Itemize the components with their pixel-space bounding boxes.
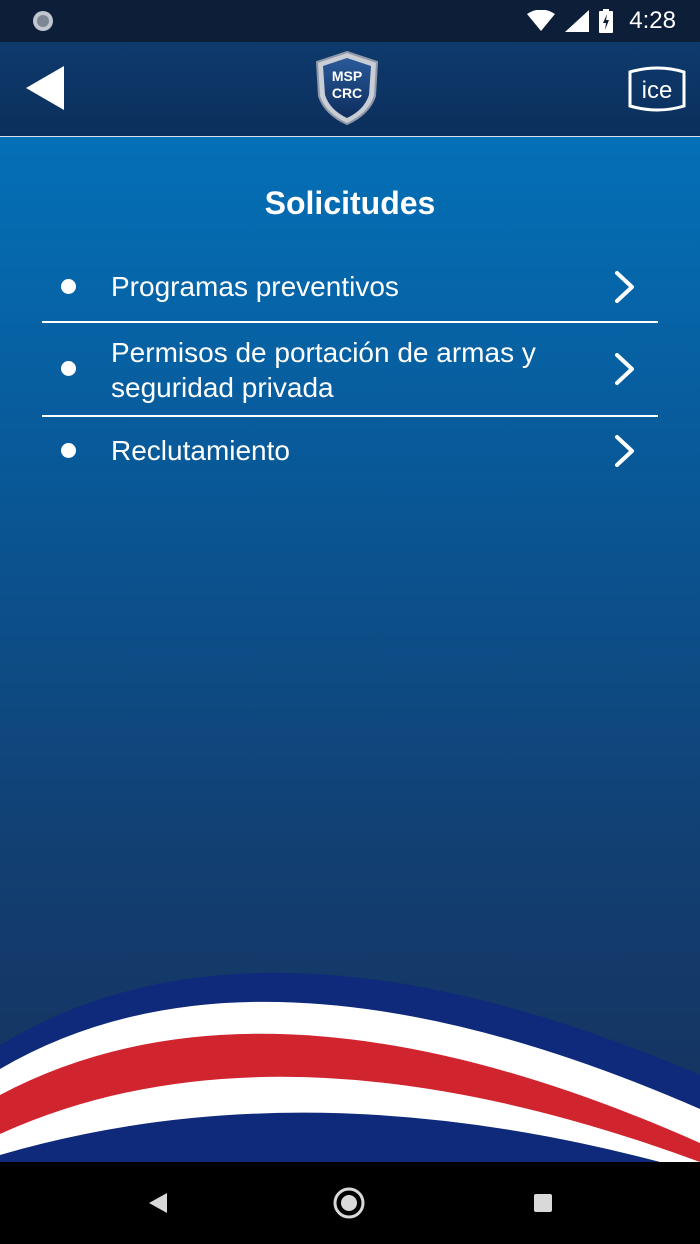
status-time: 4:28 xyxy=(629,7,676,34)
system-nav-bar xyxy=(0,1162,700,1244)
notification-icon xyxy=(33,11,53,31)
nav-back-icon[interactable] xyxy=(143,1188,173,1218)
costa-rica-flag-wave xyxy=(0,972,700,1162)
status-icons: 4:28 xyxy=(527,0,676,42)
bullet-icon xyxy=(61,279,76,294)
main-content: Solicitudes Programas preventivos Permis… xyxy=(0,137,700,1162)
logo-text-top: MSP xyxy=(332,68,362,84)
status-bar: 4:28 xyxy=(0,0,700,42)
signal-icon xyxy=(565,10,590,32)
ice-logo-text: ice xyxy=(642,77,673,104)
page-title: Solicitudes xyxy=(264,185,436,221)
list-item-label: Programas preventivos xyxy=(111,271,399,302)
msp-crc-shield-logo: MSP CRC xyxy=(315,50,379,126)
logo-text-bottom: CRC xyxy=(332,85,362,101)
chevron-right-icon xyxy=(615,435,634,467)
list-item-reclutamiento[interactable]: Reclutamiento xyxy=(42,417,658,485)
ice-logo[interactable]: ice xyxy=(626,66,688,112)
list-item-label: Reclutamiento xyxy=(111,435,290,466)
request-list: Programas preventivos Permisos de portac… xyxy=(42,253,658,485)
bullet-icon xyxy=(61,361,76,376)
chevron-right-icon xyxy=(615,353,634,385)
chevron-right-icon xyxy=(615,271,634,303)
back-arrow-icon[interactable] xyxy=(22,62,72,114)
nav-recents-icon[interactable] xyxy=(530,1190,556,1216)
list-item-label: Permisos de portación de armas y segurid… xyxy=(111,337,536,403)
battery-icon xyxy=(599,9,614,33)
wifi-icon xyxy=(527,10,556,31)
bullet-icon xyxy=(61,443,76,458)
nav-home-icon[interactable] xyxy=(332,1186,366,1220)
list-item-programas-preventivos[interactable]: Programas preventivos xyxy=(42,253,658,323)
app-header: MSP CRC ice xyxy=(0,42,700,138)
list-item-permisos-portacion[interactable]: Permisos de portación de armas y segurid… xyxy=(42,323,658,417)
